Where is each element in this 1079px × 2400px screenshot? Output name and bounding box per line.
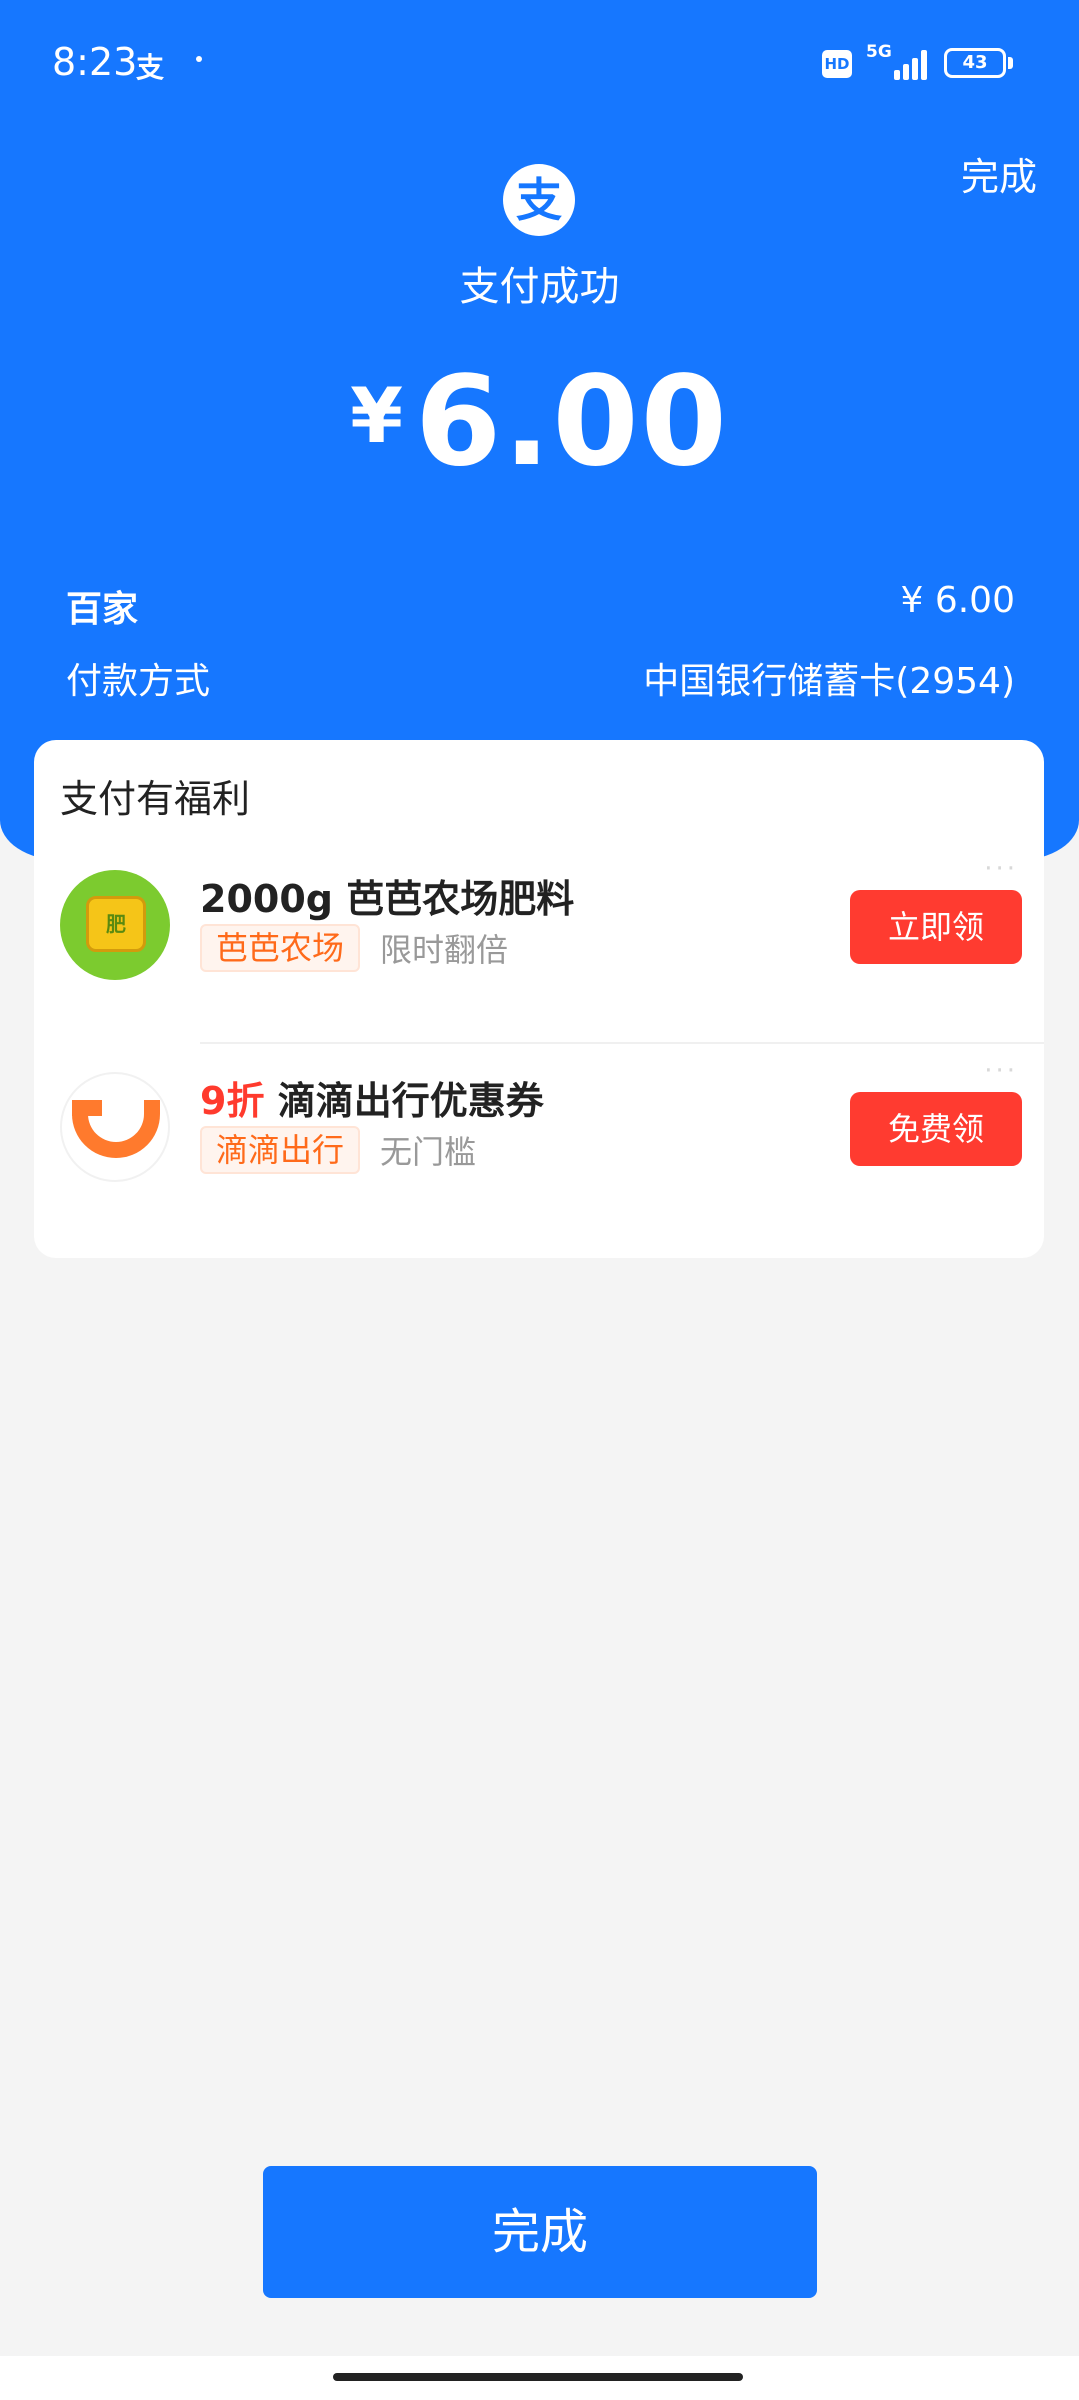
- merchant-name: 百家: [66, 589, 139, 630]
- benefits-title: 支付有福利: [60, 777, 251, 821]
- discount-highlight: 9折: [200, 1079, 265, 1123]
- alipay-logo-icon: 支: [503, 164, 575, 236]
- offer-tag: 滴滴出行: [200, 1126, 361, 1174]
- payment-method-value: 中国银行储蓄卡(2954): [643, 661, 1015, 702]
- offer-divider: [200, 1042, 1044, 1044]
- merchant-amount: ¥ 6.00: [900, 580, 1015, 621]
- battery-tip: [1008, 57, 1013, 69]
- payment-method-label: 付款方式: [66, 661, 211, 702]
- signal-strength-icon: [894, 48, 934, 80]
- offer-tag: 芭芭农场: [200, 924, 361, 972]
- offer-title-text: 滴滴出行优惠券: [277, 1079, 544, 1123]
- alipay-notification-icon: 支: [136, 51, 165, 84]
- more-options-icon[interactable]: ···: [984, 1056, 1018, 1086]
- payment-method-row: 付款方式 中国银行储蓄卡(2954): [66, 652, 1015, 704]
- offer-note: 无门槛: [380, 1133, 477, 1171]
- claim-now-button[interactable]: 立即领: [850, 890, 1022, 964]
- offer-title: 2000g 芭芭农场肥料: [200, 877, 575, 921]
- didi-d-shape: [72, 1100, 160, 1158]
- status-bar: 8:23 支 HD 5G 43: [0, 0, 1079, 130]
- network-5g-icon: 5G: [866, 42, 892, 62]
- baba-farm-fertilizer-icon: 肥: [60, 870, 170, 980]
- battery-icon: 43: [944, 48, 1006, 78]
- currency-symbol: ¥: [350, 371, 403, 460]
- offer-note: 限时翻倍: [380, 931, 509, 969]
- amount-value: 6.00: [414, 350, 729, 494]
- done-button[interactable]: 完成: [263, 2166, 817, 2298]
- top-done-button[interactable]: 完成: [961, 146, 1037, 201]
- hd-icon: HD: [822, 50, 852, 78]
- offer-item[interactable]: ··· 9折 滴滴出行优惠券 滴滴出行 无门槛 免费领: [34, 1056, 1044, 1260]
- payment-success-title: 支付成功: [459, 264, 620, 310]
- fertilizer-bag-icon: 肥: [86, 896, 146, 952]
- status-time: 8:23: [52, 40, 138, 84]
- offer-title: 9折 滴滴出行优惠券: [200, 1070, 544, 1125]
- offer-item[interactable]: ··· 肥 2000g 芭芭农场肥料 芭芭农场 限时翻倍 立即领: [34, 854, 1044, 1058]
- merchant-row: 百家 ¥ 6.00: [66, 580, 1015, 632]
- home-indicator[interactable]: [333, 2373, 743, 2381]
- notification-dot-icon: [196, 56, 202, 62]
- benefits-card: 支付有福利 ··· 肥 2000g 芭芭农场肥料 芭芭农场 限时翻倍 立即领 ·…: [34, 740, 1044, 1258]
- payment-amount: ¥6.00: [0, 350, 1079, 494]
- more-options-icon[interactable]: ···: [984, 854, 1018, 884]
- didi-logo-icon: [60, 1072, 170, 1182]
- claim-free-button[interactable]: 免费领: [850, 1092, 1022, 1166]
